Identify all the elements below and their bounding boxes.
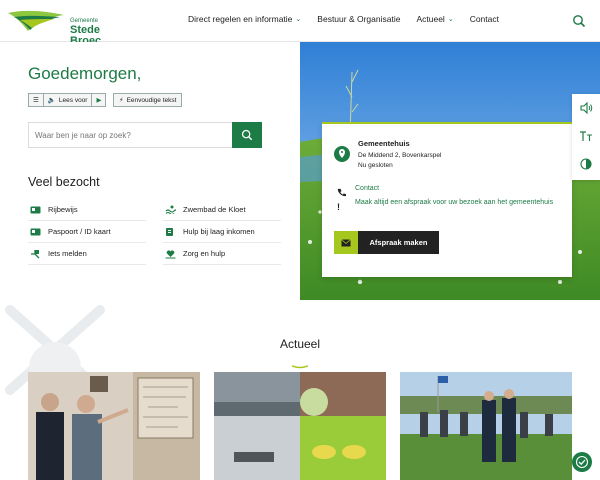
check-badge-icon xyxy=(575,455,589,469)
nav-label: Direct regelen en informatie xyxy=(188,14,293,24)
news-card-image[interactable] xyxy=(214,372,386,480)
phone-icon xyxy=(337,184,346,202)
site-header: Gemeente Stede Broec Direct regelen en i… xyxy=(0,0,600,47)
cookie-consent-badge[interactable] xyxy=(572,452,592,472)
actueel-title: Actueel xyxy=(279,337,321,351)
coins-icon xyxy=(163,227,177,237)
alert-icon: ! xyxy=(337,202,340,212)
readspeaker-menu-button[interactable]: ☰ xyxy=(28,93,44,107)
veel-bezocht-title: Veel bezocht xyxy=(28,175,100,189)
chevron-down-icon: ⌄ xyxy=(295,16,302,23)
accessibility-toolbar xyxy=(572,94,600,180)
search-submit-button[interactable] xyxy=(232,122,262,148)
readspeaker-read-button[interactable]: 🔈 Lees voor xyxy=(43,93,93,107)
card-title: Gemeentehuis xyxy=(358,139,410,148)
appointment-button[interactable]: Afspraak maken xyxy=(334,231,439,254)
item-label: Zwembad de Kloet xyxy=(183,205,246,214)
item-label: Hulp bij laag inkomen xyxy=(183,227,255,236)
veel-bezocht-item-zwembad[interactable]: Zwembad de Kloet xyxy=(163,199,281,221)
nav-label: Bestuur & Organisatie xyxy=(317,14,401,24)
news-card-image[interactable] xyxy=(28,372,200,480)
search-input[interactable]: Waar ben je naar op zoek? xyxy=(28,122,232,148)
speaker-icon[interactable] xyxy=(572,94,600,122)
play-icon: ▶ xyxy=(96,97,102,104)
search-icon[interactable] xyxy=(572,14,586,28)
item-label: Zorg en hulp xyxy=(183,249,226,258)
nav-item-contact[interactable]: Contact xyxy=(470,14,499,24)
gemeentehuis-card: Gemeentehuis De Middend 2, Bovenkarspel … xyxy=(322,122,572,277)
speaker-icon: 🔈 xyxy=(47,97,56,104)
nav-label: Contact xyxy=(469,14,499,24)
item-label: Paspoort / ID kaart xyxy=(48,227,111,236)
id-card-icon xyxy=(28,227,42,237)
contact-link[interactable]: Contact xyxy=(355,185,379,192)
report-icon xyxy=(28,249,42,259)
mail-icon xyxy=(334,231,358,254)
item-label: Iets melden xyxy=(48,249,87,258)
greeting: Goedemorgen, xyxy=(28,64,142,83)
readspeaker-label: Lees voor xyxy=(58,96,88,104)
care-icon xyxy=(163,249,177,259)
search-icon xyxy=(241,129,253,141)
card-status: Nu gesloten xyxy=(358,162,393,169)
veel-bezocht-item-paspoort[interactable]: Paspoort / ID kaart xyxy=(28,221,146,243)
veel-bezocht-item-hulp-inkomen[interactable]: Hulp bij laag inkomen xyxy=(163,221,281,243)
readspeaker-bar: ☰ 🔈 Lees voor ▶ xyxy=(28,93,107,107)
lightning-icon: ⚡ xyxy=(119,97,124,104)
contrast-icon[interactable] xyxy=(572,150,600,178)
text-size-icon[interactable] xyxy=(572,122,600,150)
chevron-down-icon: ⌄ xyxy=(447,16,454,23)
nav-item-actueel[interactable]: Actueel ⌄ xyxy=(416,14,453,24)
nav-label: Actueel xyxy=(416,14,445,24)
location-pin-icon xyxy=(334,146,350,162)
menu-icon: ☰ xyxy=(33,97,39,104)
simple-text-label: Eenvoudige tekst xyxy=(126,96,177,104)
nav-item-bestuur[interactable]: Bestuur & Organisatie xyxy=(317,14,400,24)
search-form: Waar ben je naar op zoek? xyxy=(28,122,262,148)
news-card-image[interactable] xyxy=(400,372,572,480)
nav-item-direct-regelen[interactable]: Direct regelen en informatie ⌄ xyxy=(188,14,301,24)
id-card-icon xyxy=(28,205,42,215)
card-address: De Middend 2, Bovenkarspel xyxy=(358,152,442,159)
logo[interactable]: Gemeente Stede Broec xyxy=(6,7,124,47)
main-nav: Direct regelen en informatie ⌄ Bestuur &… xyxy=(188,14,515,24)
item-label: Rijbewijs xyxy=(48,205,78,214)
logo-leaf-icon xyxy=(8,10,64,31)
veel-bezocht-item-zorg[interactable]: Zorg en hulp xyxy=(163,243,281,265)
simple-text-button[interactable]: ⚡ Eenvoudige tekst xyxy=(113,93,183,107)
appointment-label: Afspraak maken xyxy=(358,231,439,254)
veel-bezocht-item-iets-melden[interactable]: Iets melden xyxy=(28,243,146,265)
veel-bezocht-item-rijbewijs[interactable]: Rijbewijs xyxy=(28,199,146,221)
card-note[interactable]: Maak altijd een afspraak voor uw bezoek … xyxy=(355,197,555,209)
swimmer-icon xyxy=(163,205,177,215)
title-underline xyxy=(291,356,309,369)
readspeaker-play-button[interactable]: ▶ xyxy=(92,93,107,107)
